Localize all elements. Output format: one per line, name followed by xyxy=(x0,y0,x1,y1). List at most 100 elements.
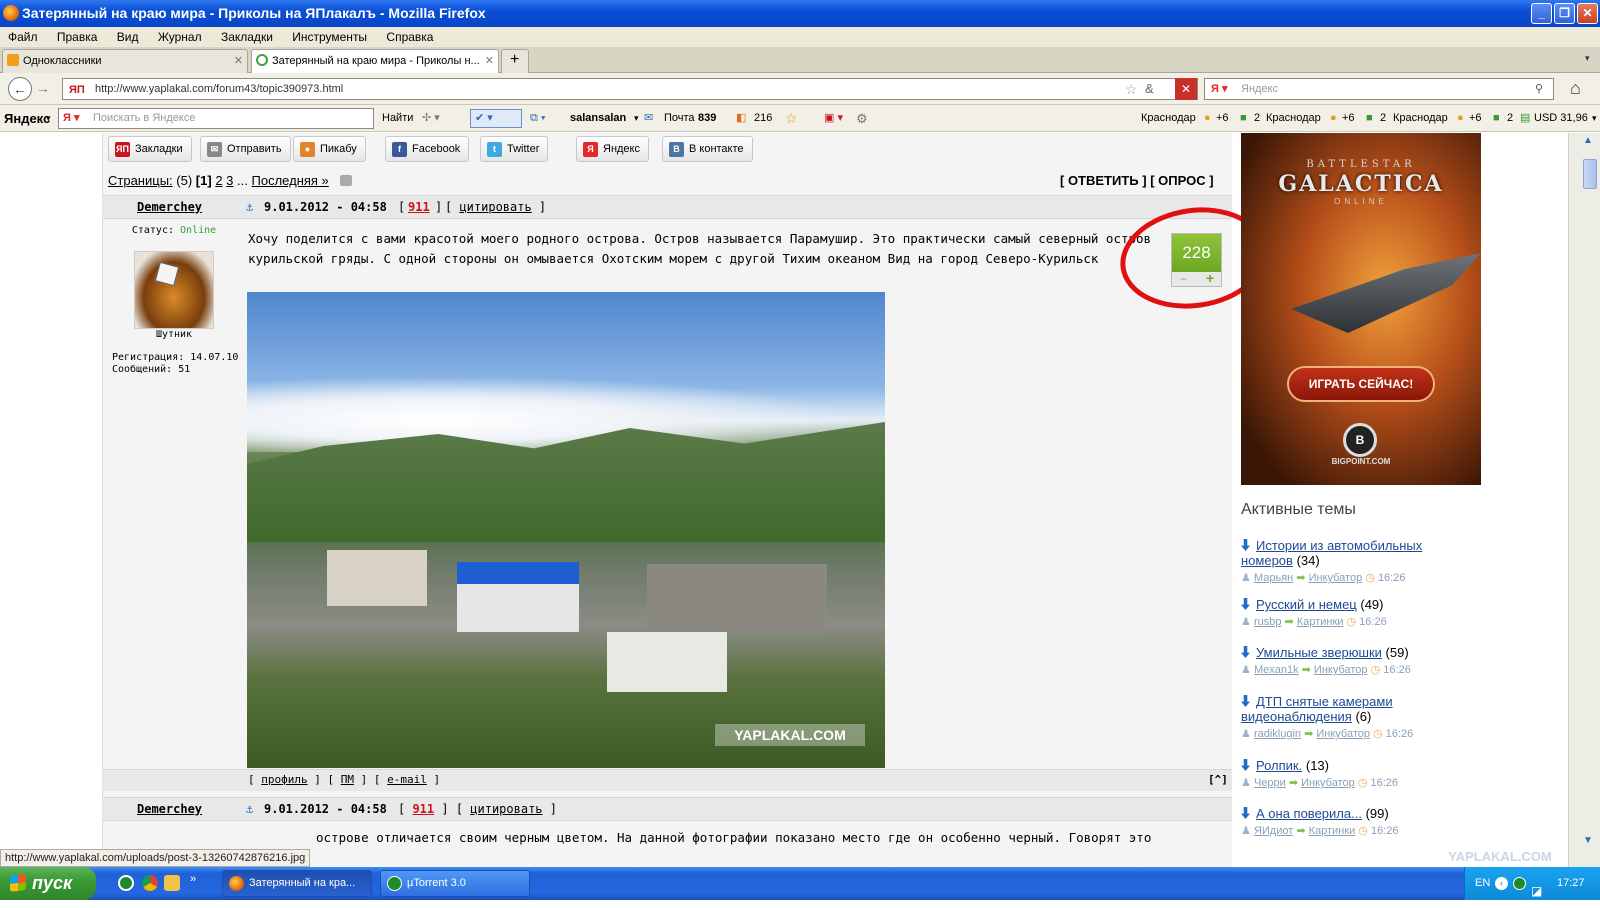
weather-temp-2[interactable]: +6 xyxy=(1342,105,1355,132)
search-bar[interactable]: Я ▾ Яндекс ⚲ xyxy=(1204,78,1554,100)
share-button-6[interactable]: B В контакте xyxy=(662,136,753,162)
scroll-up-icon[interactable]: ▲ xyxy=(1583,135,1593,146)
start-button[interactable]: пуск xyxy=(0,867,96,900)
yandex-search-input[interactable]: Я ▾ Поискать в Яндексе xyxy=(58,108,374,129)
utorrent-quicklaunch-icon[interactable] xyxy=(118,875,134,891)
yandex-logo[interactable]: Яндекс xyxy=(4,105,50,132)
clock[interactable]: 17:27 xyxy=(1557,867,1585,900)
email-link[interactable]: e-mail xyxy=(387,773,427,786)
weather-city-3[interactable]: Краснодар xyxy=(1393,105,1448,132)
traffic-level-2[interactable]: 2 xyxy=(1380,105,1386,132)
post-photo[interactable]: YAPLAKAL.COM xyxy=(247,292,885,768)
chevron-down-icon[interactable]: ▾ xyxy=(46,105,51,132)
anchor-icon[interactable]: ⚓ xyxy=(246,798,253,820)
topic-user[interactable]: Марьян xyxy=(1254,572,1293,584)
mail-count[interactable]: 839 xyxy=(698,105,716,132)
translate-icon[interactable]: ⧉ ▾ xyxy=(530,105,546,132)
topic-section[interactable]: Инкубатор xyxy=(1309,572,1363,584)
topic-section[interactable]: Инкубатор xyxy=(1301,777,1355,789)
stop-icon[interactable]: ✕ xyxy=(1175,78,1197,100)
bookmarks-icon[interactable]: ▣ ▾ xyxy=(824,105,843,132)
mail-label[interactable]: Почта xyxy=(664,105,695,132)
traffic-level-1[interactable]: 2 xyxy=(1254,105,1260,132)
favorites-star-icon[interactable]: ☆ xyxy=(785,105,798,132)
share-button-1[interactable]: ✉ Отправить xyxy=(200,136,291,162)
taskbar-firefox-window[interactable]: Затерянный на кра... xyxy=(222,870,372,897)
share-button-2[interactable]: ● Пикабу xyxy=(293,136,366,162)
menu-history[interactable]: Журнал xyxy=(158,27,202,47)
share-button-4[interactable]: t Twitter xyxy=(480,136,549,162)
share-button-3[interactable]: f Facebook xyxy=(385,136,470,162)
spellcheck-icon[interactable]: ✔ ▾ xyxy=(470,109,522,128)
tab-odnoklassniki[interactable]: Одноклассники ✕ xyxy=(2,49,248,73)
last-page-link[interactable]: Последняя » xyxy=(252,173,329,188)
feed-count[interactable]: 216 xyxy=(754,105,772,132)
menu-bookmarks[interactable]: Закладки xyxy=(221,27,273,47)
menu-file[interactable]: Файл xyxy=(8,27,38,47)
topic-user[interactable]: rusbp xyxy=(1254,616,1282,628)
ampersand-icon[interactable]: & xyxy=(1145,79,1154,99)
utorrent-tray-icon[interactable] xyxy=(1513,877,1526,890)
weather-temp-1[interactable]: +6 xyxy=(1216,105,1229,132)
topic-user[interactable]: Черри xyxy=(1254,777,1286,789)
bookmark-star-icon[interactable]: ☆ xyxy=(1125,79,1138,99)
user-name[interactable]: salansalan xyxy=(570,105,626,132)
chevron-down-icon[interactable]: ▾ xyxy=(1592,105,1597,132)
topic-title[interactable]: Истории из автомобильных номеров xyxy=(1241,538,1422,568)
topic-title[interactable]: Умильные зверюшки xyxy=(1256,645,1382,660)
maximize-button[interactable]: ❐ xyxy=(1554,3,1575,24)
topic-title[interactable]: А она поверила... xyxy=(1256,806,1362,821)
topic-section[interactable]: Инкубатор xyxy=(1316,728,1370,740)
reply-button[interactable]: [ ОТВЕТИТЬ ] xyxy=(1060,173,1147,188)
traffic-level-3[interactable]: 2 xyxy=(1507,105,1513,132)
search-magnifier-icon[interactable]: ⚲ xyxy=(1535,79,1543,99)
scroll-down-icon[interactable]: ▼ xyxy=(1583,835,1593,846)
topic-section[interactable]: Картинки xyxy=(1309,825,1356,837)
ad-play-button[interactable]: ИГРАТЬ СЕЙЧАС! xyxy=(1287,366,1435,402)
network-tray-icon[interactable]: ◪ xyxy=(1531,875,1542,908)
topic-user[interactable]: ЯИдиот xyxy=(1254,825,1293,837)
anchor-icon[interactable]: ⚓ xyxy=(246,196,253,218)
post-number[interactable]: 911 xyxy=(408,196,430,218)
poll-button[interactable]: [ ОПРОС ] xyxy=(1150,173,1213,188)
forward-icon[interactable]: → xyxy=(36,80,50,96)
topic-title[interactable]: Русский и немец xyxy=(1256,597,1357,612)
scrollbar-thumb[interactable] xyxy=(1583,159,1597,189)
new-tab-button[interactable]: + xyxy=(501,49,529,73)
url-bar[interactable]: ЯП http://www.yaplakal.com/forum43/topic… xyxy=(62,78,1198,100)
menu-tools[interactable]: Инструменты xyxy=(292,27,367,47)
taskbar-utorrent-window[interactable]: µTorrent 3.0 xyxy=(380,870,530,897)
chevron-down-icon[interactable]: ▾ xyxy=(634,105,639,132)
gear-icon[interactable]: ⚙ xyxy=(856,105,868,132)
language-indicator[interactable]: EN xyxy=(1475,867,1490,900)
window-title-bar[interactable]: Затерянный на краю мира - Приколы на ЯПл… xyxy=(0,0,1600,27)
quote-link[interactable]: цитировать xyxy=(459,200,531,214)
topic-section[interactable]: Картинки xyxy=(1297,616,1344,628)
topic-section[interactable]: Инкубатор xyxy=(1314,664,1368,676)
weather-city-2[interactable]: Краснодар xyxy=(1266,105,1321,132)
menu-help[interactable]: Справка xyxy=(386,27,433,47)
share-button-0[interactable]: ЯП Закладки xyxy=(108,136,192,162)
page-link-2[interactable]: 2 xyxy=(215,173,222,188)
chrome-quicklaunch-icon[interactable] xyxy=(142,875,158,891)
tray-chevron-icon[interactable]: ‹ xyxy=(1495,877,1508,890)
close-tab-icon[interactable]: ✕ xyxy=(485,50,494,72)
profile-link[interactable]: профиль xyxy=(261,773,307,786)
weather-city-1[interactable]: Краснодар xyxy=(1141,105,1196,132)
share-button-5[interactable]: Я Яндекс xyxy=(576,136,649,162)
pm-link[interactable]: ПМ xyxy=(341,773,354,786)
menu-edit[interactable]: Правка xyxy=(57,27,98,47)
quicklaunch-more-icon[interactable]: » xyxy=(190,873,196,885)
scroll-top-button[interactable]: [^] xyxy=(1208,770,1228,790)
page-jump-icon[interactable] xyxy=(340,175,353,186)
find-button[interactable]: Найти xyxy=(382,105,413,132)
post-author[interactable]: Demerchey xyxy=(137,196,202,218)
post-number[interactable]: 911 xyxy=(412,802,434,816)
tab-yaplakal[interactable]: Затерянный на краю мира - Приколы н... ✕ xyxy=(251,49,499,73)
quote-link[interactable]: цитировать xyxy=(470,802,542,816)
home-icon[interactable]: ⌂ xyxy=(1570,78,1581,99)
galactica-ad[interactable]: BATTLESTAR GALACTICA ONLINE ИГРАТЬ СЕЙЧА… xyxy=(1241,133,1481,485)
page-scrollbar[interactable]: ▲ ▼ xyxy=(1568,133,1600,867)
app-quicklaunch-icon[interactable] xyxy=(164,875,180,891)
topic-title[interactable]: Ролпик. xyxy=(1256,758,1302,773)
